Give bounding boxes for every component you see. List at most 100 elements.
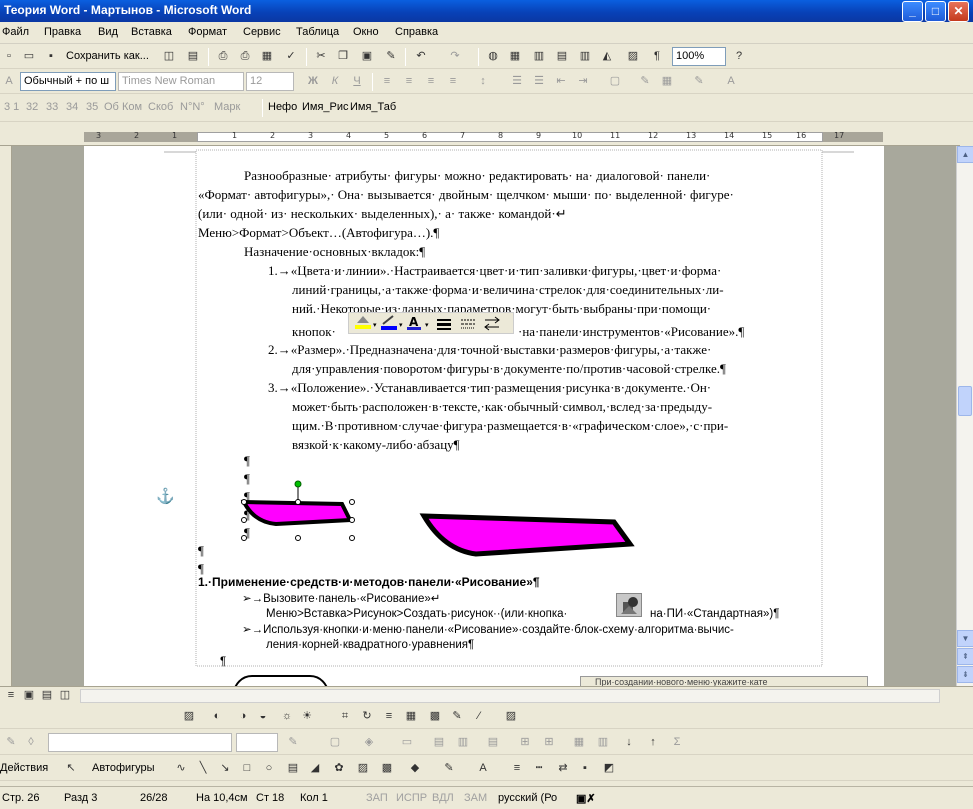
arrow-style-icon[interactable]: ⇄ (554, 760, 572, 778)
drawing-icon[interactable]: ◭ (598, 48, 616, 66)
zoom-select[interactable]: 100% (672, 47, 726, 66)
font-size-select[interactable]: 12 (246, 72, 294, 91)
style-item-skob[interactable]: Скоб (148, 101, 173, 113)
crop-icon[interactable]: ⌗ (336, 708, 354, 726)
close-button[interactable]: ✕ (948, 1, 969, 22)
text-direction-icon[interactable]: ▥ (594, 734, 612, 752)
status-ext[interactable]: ВДЛ (432, 792, 454, 804)
merge-cells-icon[interactable]: ▤ (430, 734, 448, 752)
split-cells-icon[interactable]: ▥ (454, 734, 472, 752)
styles-pane-icon[interactable]: A (0, 73, 18, 91)
redo-icon[interactable]: ↷ (446, 48, 464, 66)
save-as-button[interactable]: Сохранить как... (66, 50, 149, 62)
autosum-icon[interactable]: Σ (668, 734, 686, 752)
normal-view-icon[interactable]: ≡ (2, 687, 20, 705)
format-painter-icon[interactable]: ✎ (382, 48, 400, 66)
distribute-rows-icon[interactable]: ⊞ (516, 734, 534, 752)
text-wrap-icon[interactable]: ▩ (426, 708, 444, 726)
insert-picture-icon[interactable]: ▩ (378, 760, 396, 778)
vertical-scrollbar[interactable]: ▲ ▼ ⇞ ⇟ (956, 146, 973, 686)
menu-view[interactable]: Вид (98, 26, 118, 38)
less-brightness-icon[interactable]: ☀ (298, 708, 316, 726)
outside-border-icon[interactable]: ▢ (326, 734, 344, 752)
font-color-icon[interactable]: A (474, 760, 492, 778)
help-icon[interactable]: ? (730, 48, 748, 66)
align-center-icon[interactable]: ≡ (400, 73, 418, 91)
permission-icon[interactable]: ◫ (160, 48, 178, 66)
open-folder-icon[interactable]: ▭ (20, 48, 38, 66)
scroll-thumb[interactable] (958, 386, 972, 416)
insert-table-icon[interactable]: ▭ (398, 734, 416, 752)
rotate-icon[interactable]: ↻ (358, 708, 376, 726)
line-spacing-icon[interactable]: ↕ (474, 73, 492, 91)
document-area[interactable]: Разнообразные· атрибуты· фигуры· можно· … (12, 146, 960, 686)
format-picture-icon[interactable]: ✎ (448, 708, 466, 726)
style-item-ob[interactable]: Об (104, 101, 119, 113)
font-color-icon[interactable]: A (722, 73, 740, 91)
table-autoformat-icon[interactable]: ▦ (570, 734, 588, 752)
status-trk[interactable]: ИСПР (396, 792, 427, 804)
bold-button[interactable]: Ж (304, 73, 322, 91)
style-item-35[interactable]: 35 (86, 101, 98, 113)
insert-excel-icon[interactable]: ▤ (553, 48, 571, 66)
show-hide-icon[interactable]: ¶ (648, 48, 666, 66)
borders-icon[interactable]: ▦ (658, 73, 676, 91)
wordart-icon[interactable]: ◢ (306, 760, 324, 778)
autoshapes-menu-button[interactable]: Автофигуры (92, 762, 155, 774)
status-ovr[interactable]: ЗАМ (464, 792, 487, 804)
diagram-icon[interactable]: ✿ (330, 760, 348, 778)
anchor-icon[interactable]: ⚓ (156, 488, 175, 508)
align-right-icon[interactable]: ≡ (422, 73, 440, 91)
document-map-icon[interactable]: ▨ (624, 48, 642, 66)
color-icon[interactable]: ◐ (208, 708, 226, 726)
actions-menu-button[interactable]: Действия (0, 762, 48, 774)
sort-ascending-icon[interactable]: ↓ (620, 734, 638, 752)
freeform-icon[interactable]: ∿ (172, 760, 190, 778)
decrease-indent-icon[interactable]: ⇤ (552, 73, 570, 91)
style-item-imya-ris[interactable]: Имя_Рис (302, 101, 349, 113)
more-brightness-icon[interactable]: ☼ (278, 708, 296, 726)
scroll-down-icon[interactable]: ▼ (957, 630, 973, 647)
increase-indent-icon[interactable]: ⇥ (574, 73, 592, 91)
italic-button[interactable]: К (326, 73, 344, 91)
menu-edit[interactable]: Правка (44, 26, 81, 38)
style-item-31[interactable]: 3 1 (4, 101, 19, 113)
menu-help[interactable]: Справка (395, 26, 438, 38)
document-page[interactable]: Разнообразные· атрибуты· фигуры· можно· … (84, 146, 884, 686)
sort-descending-icon[interactable]: ↑ (644, 734, 662, 752)
menu-insert[interactable]: Вставка (131, 26, 172, 38)
more-contrast-icon[interactable]: ◑ (234, 708, 252, 726)
dash-style-icon[interactable]: ┅ (530, 760, 548, 778)
menu-tools[interactable]: Сервис (243, 26, 281, 38)
eraser-icon[interactable]: ◊ (22, 734, 40, 752)
menu-format[interactable]: Формат (188, 26, 227, 38)
outside-border-icon[interactable]: ▢ (606, 73, 624, 91)
style-item-33[interactable]: 33 (46, 101, 58, 113)
style-item-kom[interactable]: Ком (122, 101, 142, 113)
print-preview-icon[interactable]: ⎙ (236, 48, 254, 66)
line-style-select[interactable] (48, 733, 232, 752)
insert-table-icon[interactable]: ▥ (530, 48, 548, 66)
set-transparent-icon[interactable]: ⁄ (470, 708, 488, 726)
underline-button[interactable]: Ч (348, 73, 366, 91)
status-rec[interactable]: ЗАП (366, 792, 388, 804)
arrow-icon[interactable]: ↘ (216, 760, 234, 778)
vertical-ruler[interactable] (0, 146, 12, 686)
spelling-icon[interactable]: ✓ (282, 48, 300, 66)
research-book-icon[interactable]: ▦ (258, 48, 276, 66)
columns-icon[interactable]: ▥ (576, 48, 594, 66)
line-icon[interactable]: ╲ (194, 760, 212, 778)
reading-view-icon[interactable]: ◫ (56, 687, 74, 705)
minimize-button[interactable]: _ (902, 1, 923, 22)
shadow-icon[interactable]: ▪ (576, 760, 594, 778)
justify-icon[interactable]: ≡ (444, 73, 462, 91)
style-item-imya-tab[interactable]: Имя_Таб (350, 101, 396, 113)
compress-icon[interactable]: ▦ (402, 708, 420, 726)
save-icon[interactable]: ▪ (42, 48, 60, 66)
web-view-icon[interactable]: ▣ (20, 687, 38, 705)
font-select[interactable]: Times New Roman (118, 72, 244, 91)
draw-table-icon[interactable]: ✎ (2, 734, 20, 752)
3d-icon[interactable]: ◩ (600, 760, 618, 778)
cut-icon[interactable]: ✂ (312, 48, 330, 66)
highlight-icon[interactable]: ✎ (636, 73, 654, 91)
